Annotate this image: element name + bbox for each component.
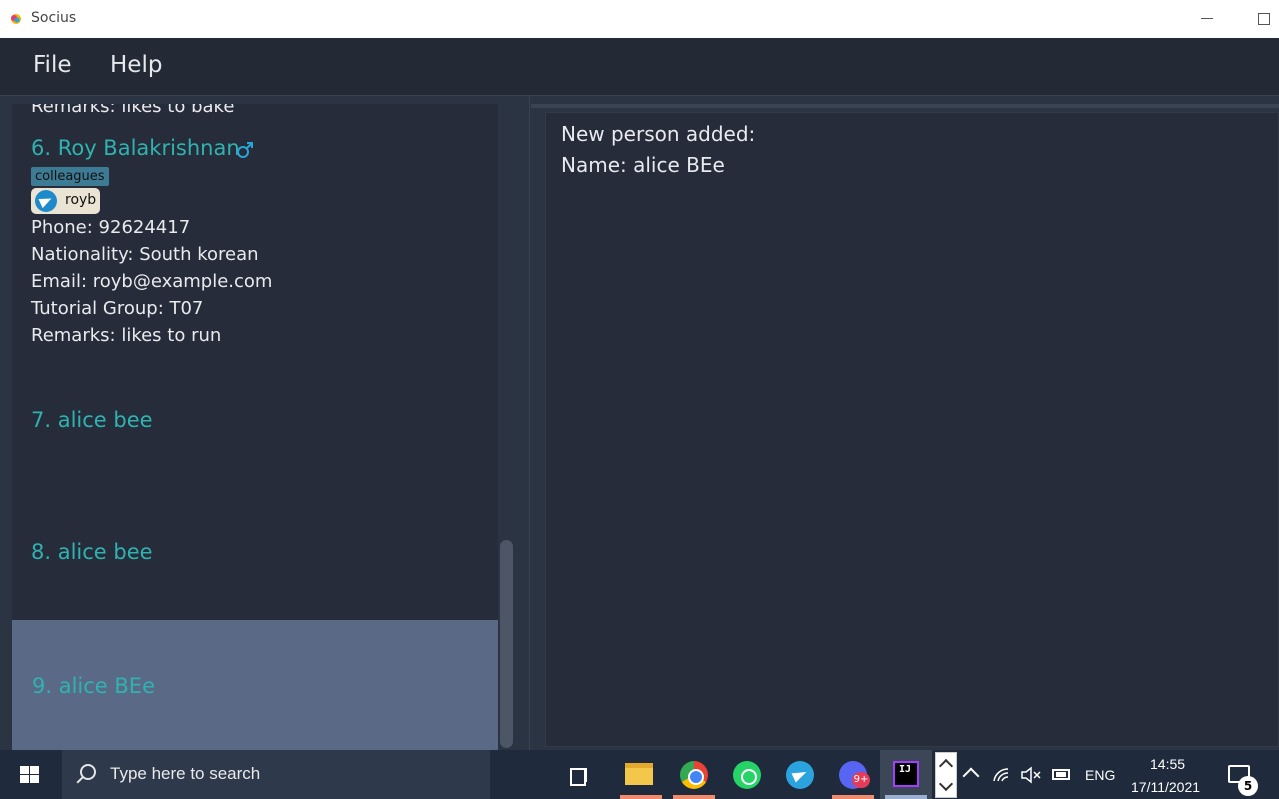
person-email: Email: royb@example.com — [31, 271, 273, 292]
person-remarks: Remarks: likes to run — [31, 325, 222, 346]
chevron-up-icon[interactable] — [938, 758, 954, 774]
wifi-icon[interactable] — [992, 765, 1014, 785]
result-line-2: Name: alice BEe — [561, 153, 725, 177]
clock-date[interactable]: 17/11/2021 — [1131, 779, 1200, 795]
discord-running-indicator — [832, 795, 874, 799]
telegram-app-icon[interactable] — [786, 761, 814, 789]
explorer-running-indicator — [620, 795, 662, 799]
command-box-strip[interactable] — [531, 104, 1279, 108]
result-display: New person added: Name: alice BEe — [545, 112, 1279, 747]
maximize-button[interactable] — [1250, 6, 1279, 32]
task-view-icon[interactable] — [568, 764, 590, 786]
telegram-badge[interactable]: royb — [31, 188, 100, 214]
windows-logo-icon — [20, 766, 40, 784]
window-title: Socius — [31, 10, 77, 26]
person-name: 8. alice bee — [31, 540, 153, 564]
intellij-icon[interactable]: IJ — [893, 761, 919, 787]
menu-help[interactable]: Help — [110, 52, 162, 78]
window-titlebar: Socius — [0, 0, 1279, 38]
language-indicator[interactable]: ENG — [1085, 767, 1115, 783]
battery-icon[interactable] — [1052, 769, 1070, 780]
chrome-running-indicator — [673, 795, 715, 799]
person-tutorial-group: Tutorial Group: T07 — [31, 298, 204, 319]
person-name: 9. alice BEe — [32, 674, 155, 698]
intellij-running-indicator — [885, 795, 927, 799]
person-card-9-selected[interactable]: 9. alice BEe — [12, 620, 498, 750]
file-explorer-icon[interactable] — [625, 763, 653, 785]
person-nationality: Nationality: South korean — [31, 244, 259, 265]
cortana-icon[interactable] — [508, 14, 530, 36]
volume-muted-icon[interactable] — [1020, 765, 1042, 785]
menu-file[interactable]: File — [33, 52, 72, 78]
menu-bar: File Help — [0, 38, 1279, 96]
chrome-icon[interactable] — [680, 761, 708, 789]
person-name: 6. Roy Balakrishnan — [31, 136, 240, 160]
split-pane-divider[interactable] — [516, 96, 530, 750]
taskbar-overflow-scroll[interactable] — [935, 752, 957, 798]
tag-badge: colleagues — [31, 167, 109, 186]
result-line-1: New person added: — [561, 122, 756, 146]
telegram-icon — [35, 190, 57, 212]
search-placeholder: Type here to search — [110, 764, 261, 783]
person-card-6[interactable]: 6. Roy Balakrishnan colleagues royb Phon… — [12, 104, 498, 354]
person-list-panel: Remarks: likes to bake 6. Roy Balakrishn… — [12, 104, 498, 750]
minimize-button[interactable] — [1192, 6, 1222, 32]
person-phone: Phone: 92624417 — [31, 217, 191, 238]
clock-time[interactable]: 14:55 — [1150, 756, 1185, 772]
discord-notification-badge: 9+ — [852, 772, 870, 788]
chevron-down-icon[interactable] — [938, 776, 954, 792]
telegram-handle: royb — [65, 192, 97, 208]
person-name: 7. alice bee — [31, 408, 153, 432]
app-icon — [11, 14, 21, 24]
search-icon — [80, 764, 96, 780]
taskbar-search[interactable]: Type here to search — [62, 750, 490, 799]
notification-count-badge: 5 — [1238, 776, 1258, 796]
person-card-7[interactable]: 7. alice bee — [12, 384, 498, 504]
male-gender-icon — [237, 142, 253, 158]
whatsapp-icon[interactable] — [733, 761, 761, 789]
person-card-8[interactable]: 8. alice bee — [12, 514, 498, 614]
start-button[interactable] — [0, 750, 60, 799]
list-scrollbar-thumb[interactable] — [500, 540, 513, 748]
